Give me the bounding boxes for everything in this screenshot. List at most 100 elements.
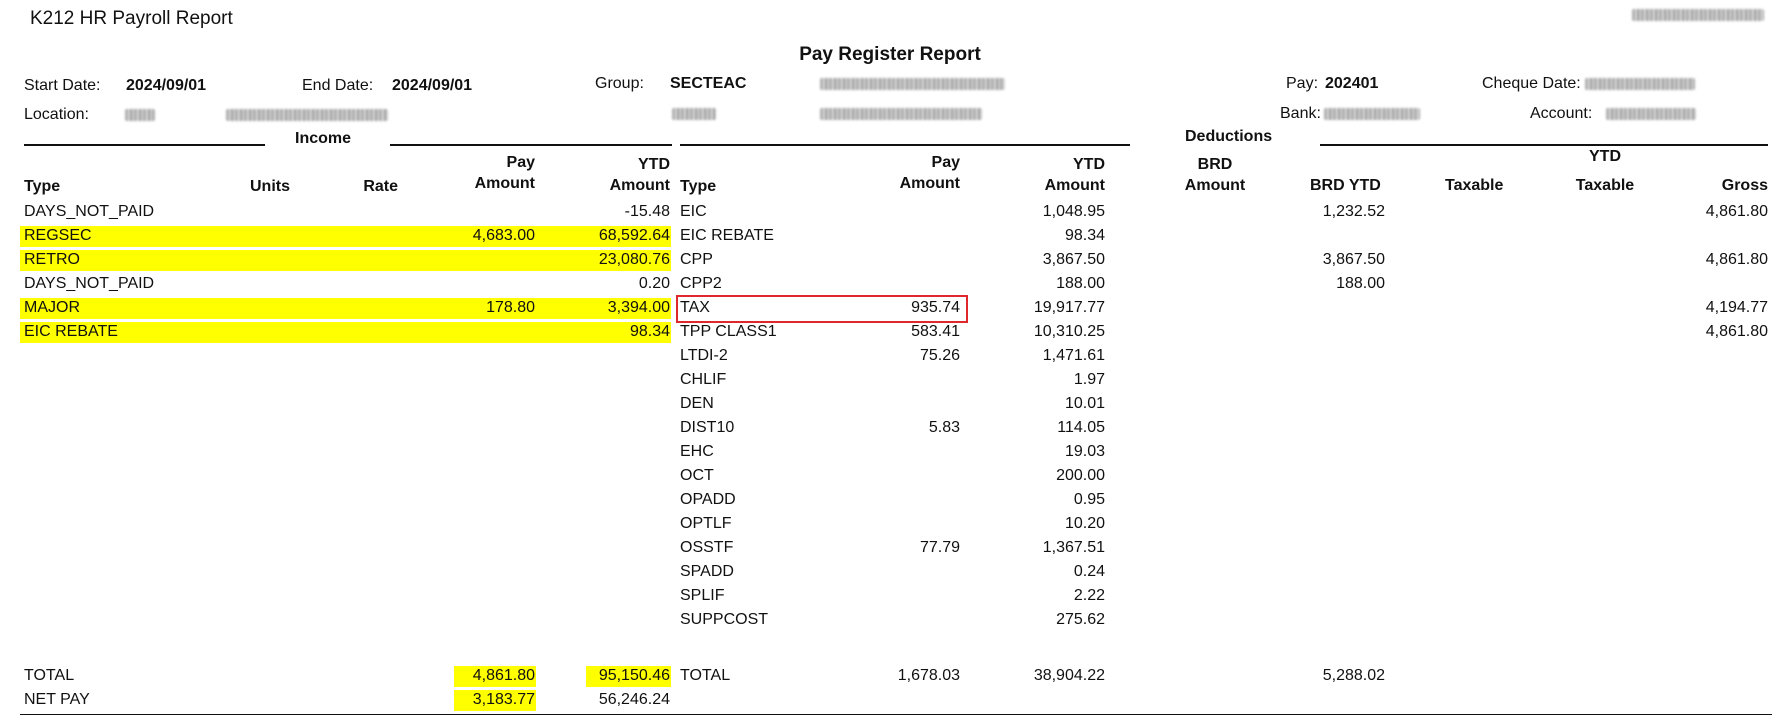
income-row-type: DAYS_NOT_PAID [24, 203, 155, 220]
deduction-row-type: LTDI-2 [680, 347, 728, 364]
deduction-row-type: OPADD [680, 491, 736, 508]
deduction-row-ytd: 0.24 [1073, 563, 1105, 580]
net-pay-label: NET PAY [24, 691, 90, 708]
deduction-row-ytd: 2.22 [1073, 587, 1105, 604]
deduction-row-type: EIC REBATE [680, 227, 774, 244]
deduction-row-type: EIC [680, 203, 707, 220]
deduction-row-pay: 75.26 [919, 347, 960, 364]
income-rule-left [24, 144, 265, 146]
deduction-row-brd-ytd: 1,232.52 [1322, 203, 1385, 220]
deduction-row-type: TPP CLASS1 [680, 323, 777, 340]
location-name-redacted [226, 109, 388, 121]
deduction-row-gross: 4,861.80 [1705, 323, 1768, 340]
deduction-row-type: EHC [680, 443, 714, 460]
deduction-row-ytd: 19,917.77 [1033, 299, 1105, 316]
deduction-row-gross: 4,861.80 [1705, 203, 1768, 220]
district-name-redacted [1632, 9, 1764, 21]
deduction-row-gross: 4,861.80 [1705, 251, 1768, 268]
deduction-row-pay: 77.79 [919, 539, 960, 556]
deduction-row-gross: 4,194.77 [1705, 299, 1768, 316]
deduction-col-ytd-2: Amount [1044, 177, 1105, 194]
deduction-col-brd-1: BRD [1197, 156, 1233, 173]
bank-label: Bank: [1280, 105, 1321, 122]
income-col-pay-1: Pay [506, 154, 535, 171]
deduction-row-ytd: 1,048.95 [1042, 203, 1105, 220]
deduction-row-type: CPP [680, 251, 713, 268]
deduction-row-ytd: 1,471.61 [1042, 347, 1105, 364]
deduction-row-ytd: 1.97 [1073, 371, 1105, 388]
deduction-row-type: SPLIF [680, 587, 725, 604]
income-row-type: RETRO [24, 251, 80, 268]
deduction-total-ytd: 38,904.22 [1033, 667, 1105, 684]
deduction-row-pay: 5.83 [928, 419, 960, 436]
income-col-ytd-2: Amount [609, 177, 670, 194]
income-row-ytd: -15.48 [624, 203, 670, 220]
deduction-row-ytd: 114.05 [1057, 419, 1105, 436]
income-row-ytd: 3,394.00 [607, 299, 670, 316]
income-row-type: DAYS_NOT_PAID [24, 275, 155, 292]
deduction-row-type: DIST10 [680, 419, 735, 436]
deduction-col-ytd-taxable-1: YTD [1589, 148, 1621, 165]
deduction-row-brd-ytd: 188.00 [1336, 275, 1385, 292]
income-col-type: Type [24, 178, 61, 195]
deduction-row-ytd: 98.34 [1064, 227, 1105, 244]
deduction-row-ytd: 10.01 [1064, 395, 1105, 412]
group-description-redacted [820, 78, 1005, 90]
deduction-row-type: OPTLF [680, 515, 732, 532]
income-row-ytd: 98.34 [629, 323, 670, 340]
income-row-ytd: 23,080.76 [598, 251, 670, 268]
location-label: Location: [24, 106, 89, 123]
income-row-type: EIC REBATE [24, 323, 118, 340]
income-section-title: Income [295, 130, 352, 147]
cheque-date-redacted [1585, 78, 1695, 90]
deduction-col-type: Type [680, 178, 717, 195]
end-date-label: End Date: [302, 77, 374, 94]
deduction-col-ytd-taxable-2: Taxable [1575, 177, 1635, 194]
deduction-row-pay: 935.74 [911, 299, 960, 316]
report-title: Pay Register Report [799, 44, 981, 65]
bottom-rule [20, 714, 1772, 715]
pay-value: 202401 [1325, 75, 1379, 92]
deduction-row-type: CPP2 [680, 275, 722, 292]
deduction-row-ytd: 188.00 [1056, 275, 1105, 292]
deduction-row-ytd: 200.00 [1056, 467, 1105, 484]
deduction-row-type: OSSTF [680, 539, 734, 556]
deduction-total-pay: 1,678.03 [897, 667, 960, 684]
income-row-pay: 4,683.00 [472, 227, 535, 244]
deduction-col-pay-1: Pay [931, 154, 960, 171]
deduction-row-ytd: 10,310.25 [1033, 323, 1105, 340]
deduction-col-brd-2: Amount [1184, 177, 1246, 194]
total-label: TOTAL [24, 667, 75, 684]
deduction-total-brd-ytd: 5,288.02 [1322, 667, 1385, 684]
deduction-row-ytd: 275.62 [1056, 611, 1105, 628]
income-row-ytd: 0.20 [638, 275, 670, 292]
group-code: SECTEAC [670, 75, 747, 92]
deduction-col-gross: Gross [1721, 177, 1768, 194]
deduction-total-label: TOTAL [680, 667, 731, 684]
deduction-col-brd-ytd: BRD YTD [1310, 177, 1381, 194]
deduction-row-ytd: 19.03 [1064, 443, 1105, 460]
deduction-row-ytd: 10.20 [1064, 515, 1105, 532]
income-col-units: Units [250, 178, 290, 195]
pay-label: Pay: [1286, 75, 1319, 92]
income-row-ytd: 68,592.64 [598, 227, 670, 244]
bank-number-redacted [1324, 108, 1420, 120]
employee-name-redacted [820, 108, 982, 120]
income-col-rate: Rate [363, 178, 398, 195]
income-total-ytd: 95,150.46 [598, 667, 670, 684]
deduction-row-type: SUPPCOST [680, 611, 769, 628]
deduction-row-type: SPADD [680, 563, 734, 580]
income-total-pay: 4,861.80 [472, 667, 535, 684]
income-col-pay-2: Amount [474, 175, 535, 192]
deduction-row-type: OCT [680, 467, 714, 484]
deduction-row-brd-ytd: 3,867.50 [1322, 251, 1385, 268]
deduction-col-taxable: Taxable [1445, 177, 1504, 194]
start-date-value: 2024/09/01 [126, 77, 207, 94]
cheque-date-label: Cheque Date: [1482, 75, 1581, 92]
deductions-rule-left [680, 144, 1130, 146]
income-row-type: REGSEC [24, 227, 92, 244]
deduction-row-ytd: 1,367.51 [1042, 539, 1105, 556]
end-date-value: 2024/09/01 [392, 77, 473, 94]
account-number-redacted [1606, 108, 1696, 120]
deductions-section-title: Deductions [1185, 128, 1273, 145]
